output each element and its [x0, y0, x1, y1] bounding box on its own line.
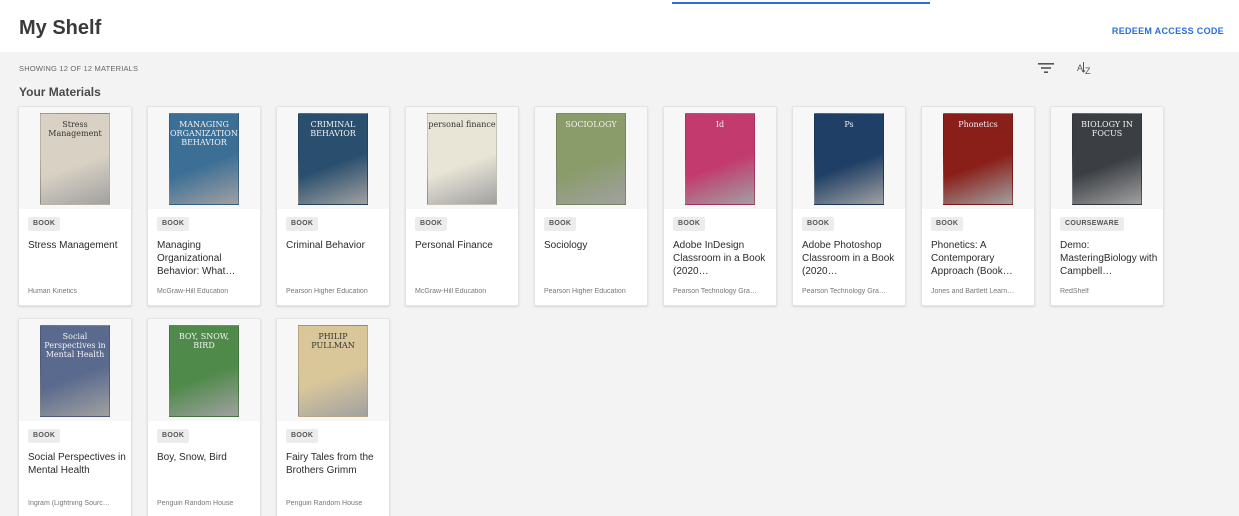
svg-text:A: A	[1077, 63, 1083, 73]
material-type-badge: BOOK	[157, 217, 190, 231]
material-card[interactable]: personal finance BOOK Personal Finance McGr…	[405, 106, 519, 306]
material-publisher: RedShelf	[1060, 288, 1089, 295]
top-link-underline[interactable]	[672, 2, 930, 4]
material-publisher: Pearson Technology Gra…	[673, 288, 757, 295]
book-cover-image[interactable]: BIOLOGY IN FOCUS	[1072, 113, 1142, 205]
cover-area: CRIMINAL BEHAVIOR	[277, 107, 389, 209]
cover-area: BIOLOGY IN FOCUS	[1051, 107, 1163, 209]
material-type-badge: BOOK	[931, 217, 964, 231]
material-publisher: Penguin Random House	[157, 500, 234, 507]
book-cover-image[interactable]: Stress Management	[40, 113, 110, 205]
redeem-access-code-button[interactable]: REDEEM ACCESS CODE	[1112, 26, 1224, 36]
material-title[interactable]: Personal Finance	[415, 239, 513, 252]
material-title[interactable]: Managing Organizational Behavior: What…	[157, 239, 255, 278]
cover-area: MANAGING ORGANIZATIONAL BEHAVIOR	[148, 107, 260, 209]
material-type-badge: BOOK	[157, 429, 190, 443]
book-cover-image[interactable]: Social Perspectives in Mental Health	[40, 325, 110, 417]
cover-title-art: BIOLOGY IN FOCUS	[1081, 120, 1133, 138]
cover-area: personal finance	[406, 107, 518, 209]
cover-area: Id	[664, 107, 776, 209]
book-cover-image[interactable]: Phonetics	[943, 113, 1013, 205]
material-title[interactable]: Boy, Snow, Bird	[157, 451, 255, 464]
material-card[interactable]: Phonetics BOOK Phonetics: A Contemporary A…	[921, 106, 1035, 306]
material-publisher: Jones and Bartlett Learn…	[931, 288, 1015, 295]
book-cover-image[interactable]: personal finance	[427, 113, 497, 205]
cover-title-art: Social Perspectives in Mental Health	[44, 332, 106, 359]
cover-area: Social Perspectives in Mental Health	[19, 319, 131, 421]
material-title[interactable]: Phonetics: A Contemporary Approach (Book…	[931, 239, 1029, 278]
material-type-badge: BOOK	[286, 217, 319, 231]
book-cover-image[interactable]: CRIMINAL BEHAVIOR	[298, 113, 368, 205]
cover-title-art: CRIMINAL BEHAVIOR	[310, 120, 356, 138]
page-title: My Shelf	[19, 17, 102, 39]
cover-area: SOCIOLOGY	[535, 107, 647, 209]
book-cover-image[interactable]: SOCIOLOGY	[556, 113, 626, 205]
cover-title-art: SOCIOLOGY	[565, 120, 617, 129]
material-publisher: Ingram (Lightning Sourc…	[28, 500, 110, 507]
material-title[interactable]: Sociology	[544, 239, 642, 252]
book-cover-image[interactable]: MANAGING ORGANIZATIONAL BEHAVIOR	[169, 113, 239, 205]
material-type-badge: BOOK	[673, 217, 706, 231]
svg-text:Z: Z	[1085, 66, 1091, 76]
cover-title-art: MANAGING ORGANIZATIONAL BEHAVIOR	[170, 120, 238, 147]
material-title[interactable]: Fairy Tales from the Brothers Grimm	[286, 451, 384, 477]
cover-title-art: personal finance	[428, 120, 496, 129]
material-card[interactable]: Stress Management BOOK Stress Management Hu…	[18, 106, 132, 306]
material-publisher: McGraw-Hill Education	[415, 288, 487, 295]
material-publisher: Human Kinetics	[28, 288, 78, 295]
material-publisher: Pearson Technology Gra…	[802, 288, 886, 295]
section-title: Your Materials	[19, 85, 101, 99]
material-card[interactable]: BOY, SNOW, BIRD BOOK Boy, Snow, Bird Pengui…	[147, 318, 261, 516]
cover-title-art: PHILIP PULLMAN	[311, 332, 355, 350]
book-cover-image[interactable]: PHILIP PULLMAN	[298, 325, 368, 417]
sort-az-icon[interactable]: A Z	[1076, 59, 1094, 77]
material-type-badge: BOOK	[415, 217, 448, 231]
material-title[interactable]: Demo: MasteringBiology with Campbell…	[1060, 239, 1158, 278]
cover-area: PHILIP PULLMAN	[277, 319, 389, 421]
material-card[interactable]: Id BOOK Adobe InDesign Classroom in a Book…	[663, 106, 777, 306]
book-cover-image[interactable]: Ps	[814, 113, 884, 205]
material-type-badge: BOOK	[286, 429, 319, 443]
filter-icon[interactable]	[1037, 60, 1055, 76]
material-title[interactable]: Social Perspectives in Mental Health	[28, 451, 126, 477]
book-cover-image[interactable]: Id	[685, 113, 755, 205]
material-card[interactable]: BIOLOGY IN FOCUS COURSEWARE Demo: Masterin…	[1050, 106, 1164, 306]
cover-area: Ps	[793, 107, 905, 209]
material-type-badge: BOOK	[544, 217, 577, 231]
material-card[interactable]: MANAGING ORGANIZATIONAL BEHAVIOR BOOK Mana…	[147, 106, 261, 306]
cover-title-art: Stress Management	[48, 120, 102, 138]
material-title[interactable]: Adobe Photoshop Classroom in a Book (202…	[802, 239, 900, 278]
material-title[interactable]: Stress Management	[28, 239, 126, 252]
page-header: My Shelf REDEEM ACCESS CODE	[0, 8, 1239, 52]
material-type-badge: COURSEWARE	[1060, 217, 1124, 231]
cover-title-art: Phonetics	[958, 120, 998, 129]
material-type-badge: BOOK	[28, 429, 61, 443]
book-cover-image[interactable]: BOY, SNOW, BIRD	[169, 325, 239, 417]
materials-panel: SHOWING 12 OF 12 MATERIALS A Z Your Mate…	[0, 52, 1239, 516]
material-publisher: McGraw-Hill Education	[157, 288, 229, 295]
materials-count: SHOWING 12 OF 12 MATERIALS	[19, 64, 139, 73]
material-card[interactable]: Social Perspectives in Mental Health BOOK…	[18, 318, 132, 516]
material-card[interactable]: Ps BOOK Adobe Photoshop Classroom in a Boo…	[792, 106, 906, 306]
cover-area: Stress Management	[19, 107, 131, 209]
material-publisher: Pearson Higher Education	[286, 288, 368, 295]
cover-title-art: BOY, SNOW, BIRD	[178, 332, 230, 350]
material-type-badge: BOOK	[28, 217, 61, 231]
material-card[interactable]: PHILIP PULLMAN BOOK Fairy Tales from the B…	[276, 318, 390, 516]
material-publisher: Penguin Random House	[286, 500, 363, 507]
material-title[interactable]: Criminal Behavior	[286, 239, 384, 252]
cover-title-art: Id	[715, 120, 725, 129]
material-publisher: Pearson Higher Education	[544, 288, 626, 295]
material-card[interactable]: CRIMINAL BEHAVIOR BOOK Criminal Behavior Pe…	[276, 106, 390, 306]
material-type-badge: BOOK	[802, 217, 835, 231]
cover-area: Phonetics	[922, 107, 1034, 209]
material-title[interactable]: Adobe InDesign Classroom in a Book (2020…	[673, 239, 771, 278]
top-strip	[0, 0, 1239, 8]
cover-area: BOY, SNOW, BIRD	[148, 319, 260, 421]
material-card[interactable]: SOCIOLOGY BOOK Sociology Pearson Higher Edu…	[534, 106, 648, 306]
cover-title-art: Ps	[844, 120, 854, 129]
